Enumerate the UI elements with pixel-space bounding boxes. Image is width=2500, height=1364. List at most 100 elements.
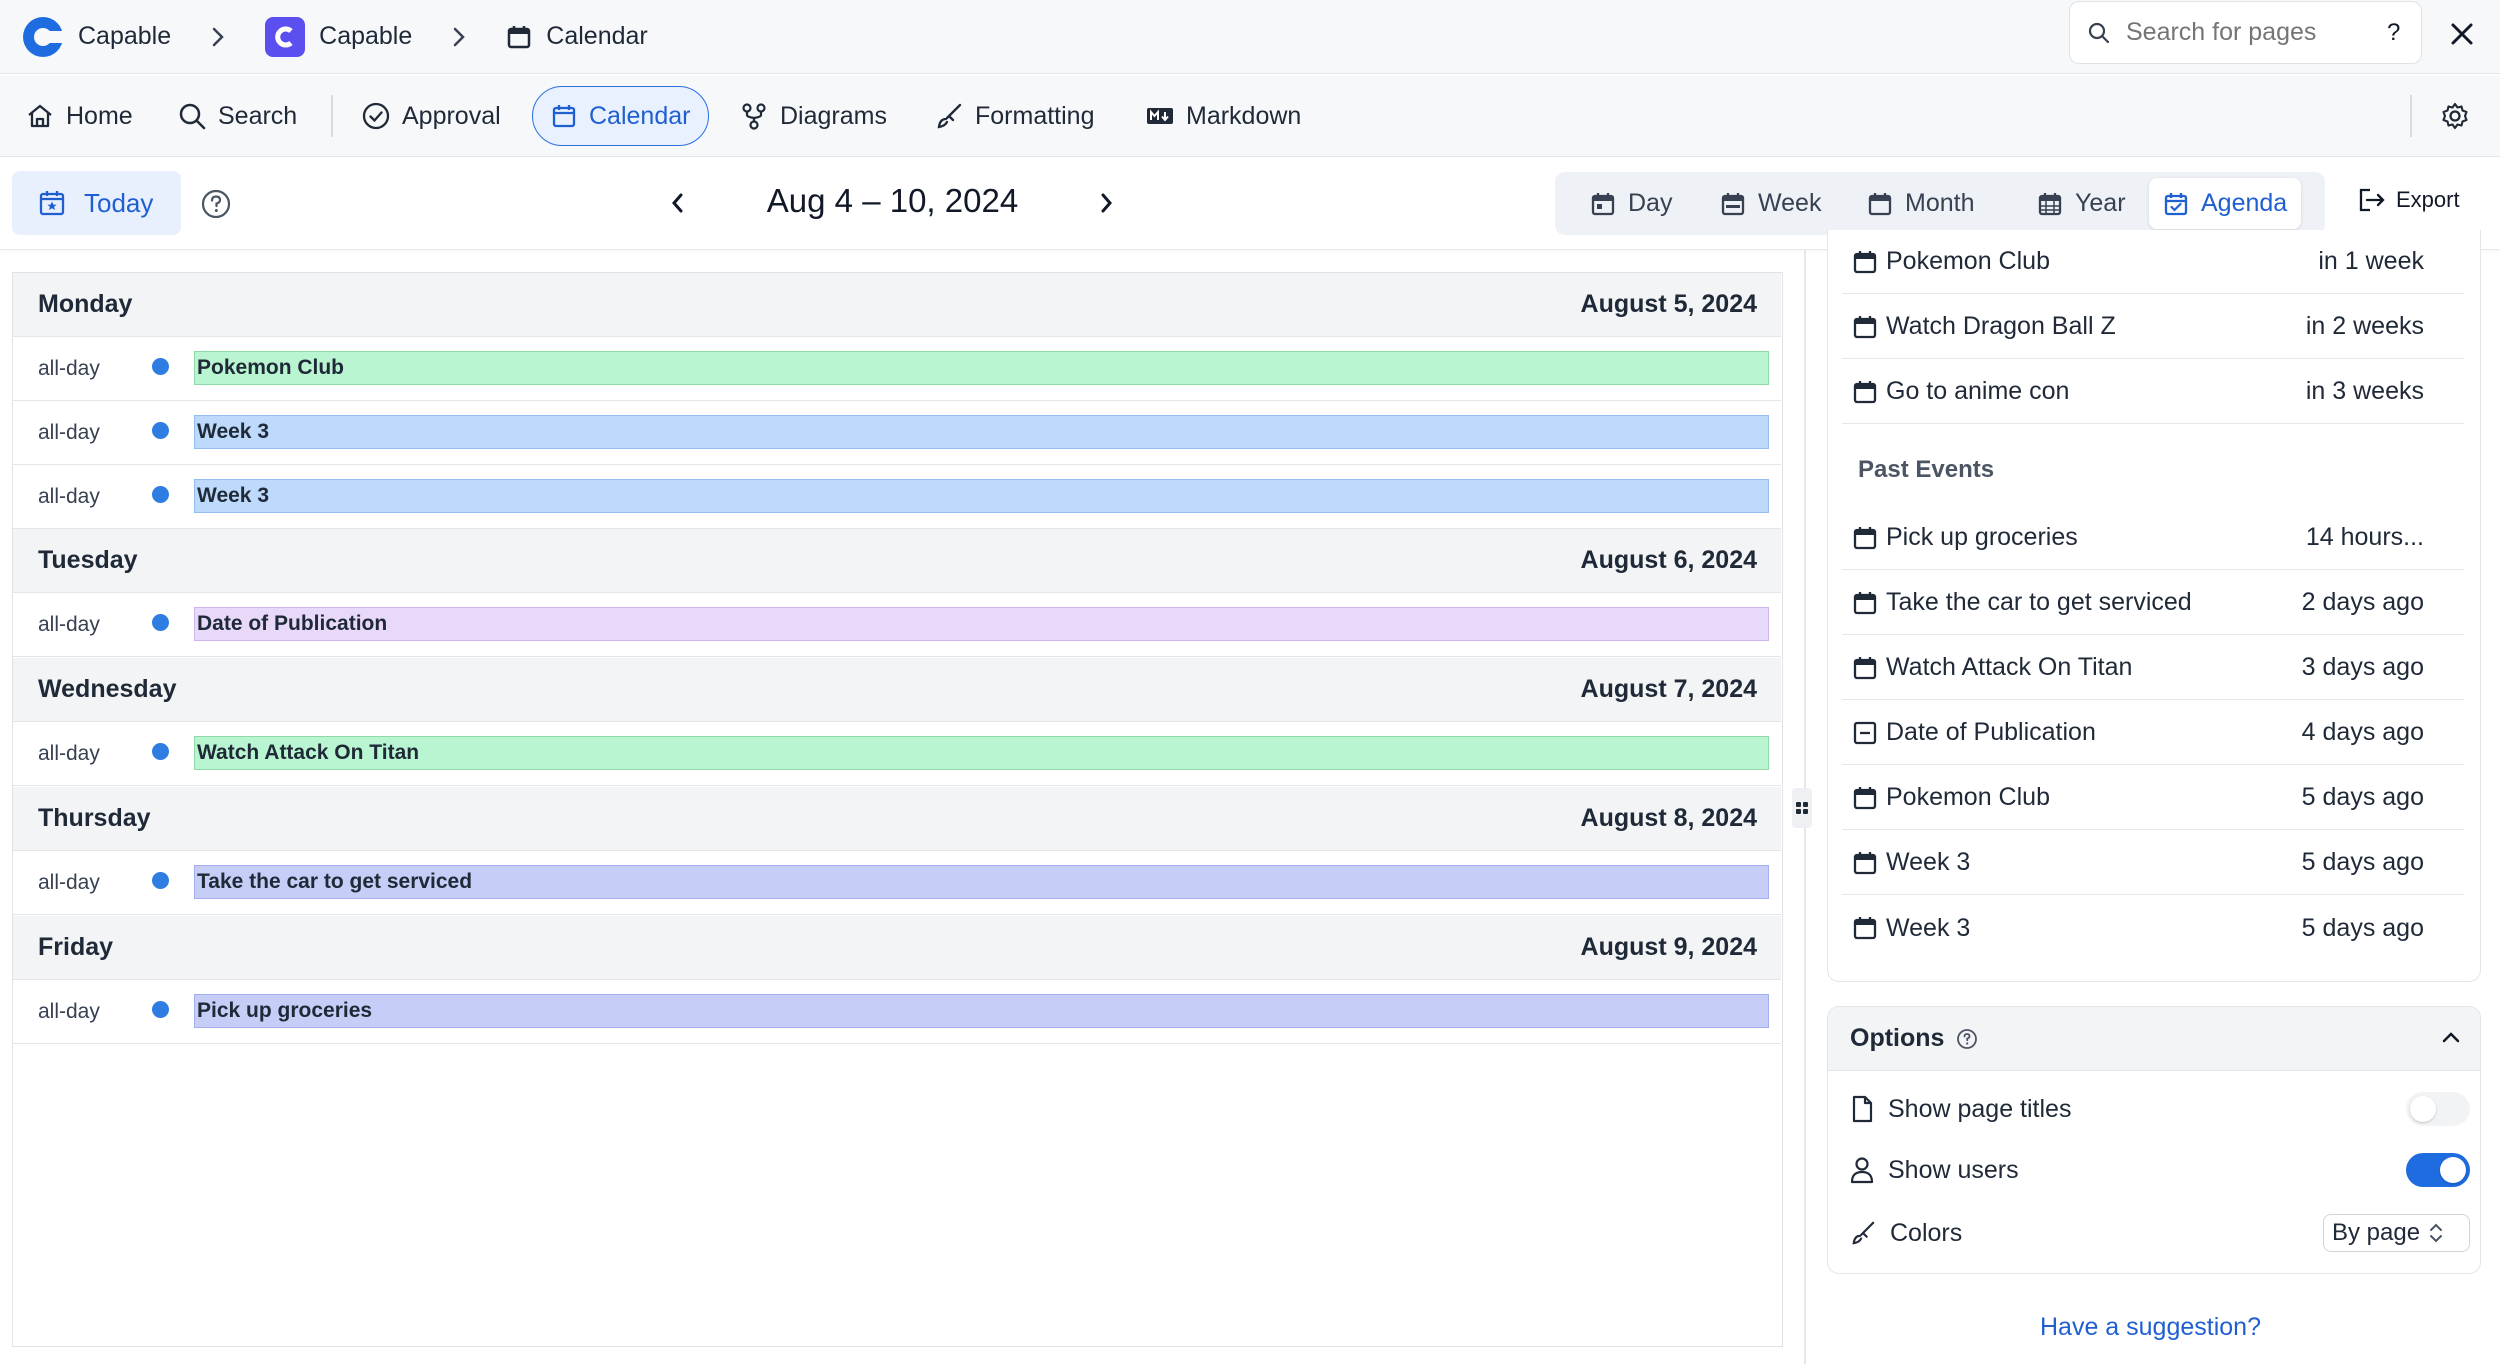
search-box[interactable]: ? [2069, 1, 2422, 64]
options-panel: Options Show page titles Show users Colo… [1827, 1006, 2481, 1274]
nav-approval[interactable]: Approval [362, 86, 501, 146]
event-bar[interactable]: Take the car to get serviced [194, 865, 1769, 899]
nav-label: Home [66, 101, 133, 130]
close-button[interactable] [2444, 16, 2480, 52]
past-event-item[interactable]: Pick up groceries 14 hours... [1842, 506, 2464, 570]
all-day-label: all-day [38, 421, 100, 444]
event-row: all-day Date of Publication [13, 593, 1781, 657]
nav-label: Calendar [589, 101, 691, 130]
home-icon [28, 104, 52, 128]
event-dot [152, 743, 169, 760]
past-event-item[interactable]: Take the car to get serviced 2 days ago [1842, 571, 2464, 635]
calendar-icon [1853, 656, 1877, 679]
option-show-users: Show users [1850, 1140, 2470, 1200]
event-when: in 2 weeks [2305, 312, 2424, 340]
calendar-icon [552, 105, 576, 128]
event-dot [152, 358, 169, 375]
event-title: Week 3 [1886, 913, 1971, 942]
colors-select[interactable]: By page [2323, 1214, 2470, 1252]
event-title: Take the car to get serviced [1886, 588, 2192, 616]
event-title: Watch Attack On Titan [1886, 653, 2133, 681]
past-event-item[interactable]: Date of Publication 4 days ago [1842, 701, 2464, 765]
breadcrumb-label: Calendar [546, 22, 648, 50]
show-page-titles-toggle[interactable] [2406, 1092, 2470, 1126]
day-date: August 7, 2024 [1580, 675, 1757, 703]
all-day-label: all-day [38, 357, 100, 380]
page-icon [1852, 1095, 1873, 1123]
view-year-button[interactable]: Year [2023, 178, 2140, 229]
breadcrumb-item-calendar[interactable]: Calendar [506, 22, 648, 51]
event-row: all-day Take the car to get serviced [13, 851, 1781, 915]
event-bar[interactable]: Week 3 [194, 415, 1769, 449]
breadcrumb-label: Capable [78, 22, 172, 50]
help-circle-icon[interactable] [200, 188, 232, 220]
resize-handle[interactable] [1792, 788, 1812, 828]
help-circle-icon[interactable] [1956, 1028, 1978, 1050]
calendar-star-icon [39, 191, 65, 216]
breadcrumb: Capable Capable Calendar [22, 16, 648, 58]
event-bar[interactable]: Pick up groceries [194, 994, 1769, 1028]
event-dot [152, 614, 169, 631]
upcoming-event-item[interactable]: Go to anime con in 3 weeks [1842, 360, 2464, 424]
chevron-up-icon[interactable] [2440, 1027, 2462, 1049]
export-label: Export [2396, 187, 2460, 212]
event-bar[interactable]: Date of Publication [194, 607, 1769, 641]
view-week-button[interactable]: Week [1706, 178, 1835, 229]
colors-select-value: By page [2332, 1219, 2421, 1246]
settings-button[interactable] [2440, 86, 2470, 146]
search-help-button[interactable]: ? [2387, 19, 2400, 47]
options-title: Options [1850, 1024, 1945, 1052]
nav-diagrams[interactable]: Diagrams [740, 86, 887, 146]
event-when: in 1 week [2318, 247, 2424, 275]
event-title: Pick up groceries [1886, 523, 2078, 551]
event-bar[interactable]: Pokemon Club [194, 351, 1769, 385]
toggle-knob [2440, 1157, 2466, 1183]
upcoming-event-item[interactable]: Watch Dragon Ball Z in 2 weeks [1842, 295, 2464, 359]
past-event-item[interactable]: Week 3 5 days ago [1842, 831, 2464, 895]
past-event-item[interactable]: Pokemon Club 5 days ago [1842, 766, 2464, 830]
show-users-toggle[interactable] [2406, 1153, 2470, 1187]
nav-label: Diagrams [780, 101, 887, 130]
suggestion-link[interactable]: Have a suggestion? [2040, 1313, 2261, 1342]
search-input[interactable] [2126, 18, 2371, 47]
event-bar[interactable]: Watch Attack On Titan [194, 736, 1769, 770]
view-agenda-button[interactable]: Agenda [2149, 178, 2302, 229]
nav-search[interactable]: Search [178, 86, 297, 146]
event-when: 5 days ago [2301, 913, 2424, 942]
view-day-button[interactable]: Day [1576, 178, 1686, 229]
event-title: Watch Dragon Ball Z [1886, 312, 2116, 340]
calendar-check-icon [2164, 192, 2188, 215]
diagram-branch-icon [742, 103, 766, 130]
day-name: Wednesday [38, 675, 177, 703]
export-button[interactable]: Export [2356, 186, 2460, 214]
view-month-button[interactable]: Month [1853, 178, 1988, 229]
option-label: Colors [1890, 1218, 1963, 1247]
chevron-left-icon[interactable] [668, 188, 688, 218]
past-event-item[interactable]: Watch Attack On Titan 3 days ago [1842, 636, 2464, 700]
day-date: August 9, 2024 [1580, 933, 1757, 961]
view-label: Year [2075, 189, 2126, 217]
calendar-icon [1853, 380, 1877, 403]
past-event-item[interactable]: Week 3 5 days ago [1842, 896, 2464, 960]
chevron-right-icon [212, 27, 224, 46]
event-bar[interactable]: Week 3 [194, 479, 1769, 513]
breadcrumb-item-workspace[interactable]: Capable [22, 16, 171, 58]
export-icon [2359, 188, 2385, 212]
event-when: in 3 weeks [2305, 377, 2424, 405]
event-dot [152, 1001, 169, 1018]
event-when: 5 days ago [2301, 783, 2424, 811]
nav-calendar[interactable]: Calendar [532, 86, 710, 146]
day-name: Monday [38, 290, 133, 318]
chevron-right-icon[interactable] [1096, 188, 1116, 218]
breadcrumb-item-space[interactable]: Capable [265, 16, 412, 57]
upcoming-event-item[interactable]: Pokemon Club in 1 week [1842, 230, 2464, 294]
option-label: Show page titles [1888, 1094, 2072, 1123]
today-button[interactable]: Today [12, 171, 181, 235]
today-label: Today [84, 187, 154, 218]
view-switcher: Day Week Month Year Agenda [1555, 172, 2325, 235]
nav-formatting[interactable]: Formatting [935, 86, 1094, 146]
agenda-list: Monday August 5, 2024 all-day Pokemon Cl… [12, 272, 1783, 1347]
nav-markdown[interactable]: Markdown [1146, 86, 1301, 146]
options-header[interactable]: Options [1828, 1007, 2480, 1071]
nav-home[interactable]: Home [26, 86, 133, 146]
